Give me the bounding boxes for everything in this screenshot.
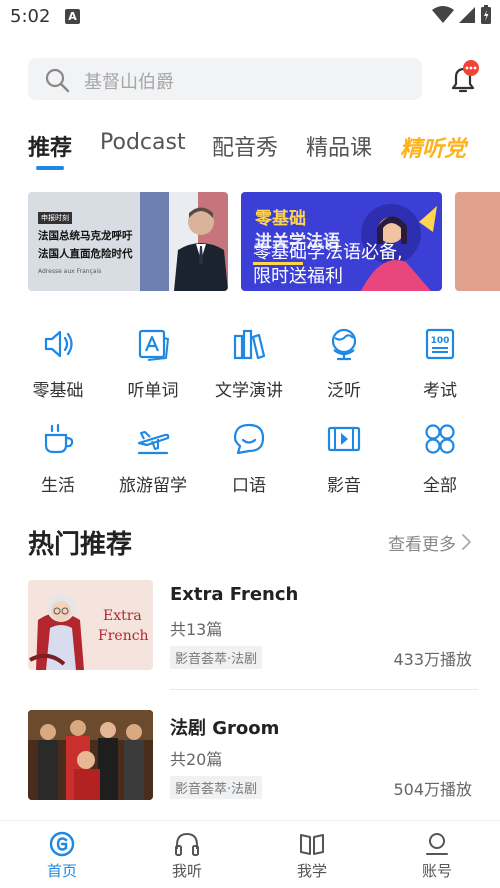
banner-french-basics[interactable]: 零基础 进关学法语 零基础学法语必备, 限时送福利 [241, 192, 442, 291]
books-icon [233, 329, 266, 360]
category-label: 泛听 [327, 381, 361, 401]
item-thumbnail: Extra French [28, 580, 153, 670]
item-thumbnail [28, 710, 153, 800]
search-icon [45, 68, 70, 93]
item-tag: 影音荟萃·法剧 [170, 646, 263, 669]
category-life[interactable]: 生活 [13, 421, 103, 496]
banner-headline-1: 法国总统马克龙呼吁 [38, 230, 133, 242]
category-words[interactable]: 听单词 [108, 326, 198, 401]
status-bar: 5:02 A [0, 0, 500, 34]
nav-label: 我学 [296, 862, 327, 880]
tab-premium-course[interactable]: 精品课 [306, 130, 372, 162]
banner-subtitle: Adresse aux Français [38, 268, 102, 275]
item-title: Extra French [170, 584, 299, 605]
bottom-navigation: 首页 我听 我学 账号 [0, 820, 500, 888]
category-media[interactable]: 影音 [299, 421, 389, 496]
nav-my-learning[interactable]: 我学 [272, 831, 352, 881]
active-tab-indicator [36, 166, 64, 170]
coffee-cup-icon [44, 423, 74, 454]
speaker-icon [44, 330, 73, 358]
nav-account[interactable]: 账号 [397, 831, 477, 881]
user-icon [426, 833, 448, 855]
search-input[interactable]: 基督山伯爵 [28, 58, 422, 100]
list-item[interactable]: Extra French Extra French 共13篇 影音荟萃·法剧 4… [28, 580, 478, 670]
nav-home[interactable]: 首页 [22, 831, 102, 881]
nav-label: 我听 [171, 862, 202, 880]
item-title: 法剧 Groom [170, 718, 280, 739]
banner-caption-2: 限时送福利 [253, 266, 343, 287]
category-label: 影音 [327, 476, 361, 496]
film-icon [327, 426, 361, 452]
category-label: 口语 [232, 476, 266, 496]
chevron-right-icon[interactable] [460, 533, 472, 551]
home-icon [49, 831, 75, 857]
item-count: 共20篇 [170, 750, 223, 769]
list-divider [170, 689, 478, 690]
category-literature-speech[interactable]: 文学演讲 [204, 326, 294, 401]
word-card-icon [138, 329, 169, 361]
status-icons [432, 5, 492, 25]
svg-text:100: 100 [431, 336, 450, 346]
battery-icon [481, 5, 491, 24]
banner-peek[interactable] [455, 192, 500, 291]
category-label: 零基础 [32, 381, 84, 401]
open-book-icon [300, 834, 324, 855]
category-extensive-listening[interactable]: 泛听 [299, 326, 389, 401]
banner-macron[interactable]: 申报时刻 法国总统马克龙呼吁 法国人直面危险时代 Adresse aux Fra… [28, 192, 228, 291]
status-time: 5:02 [10, 6, 51, 27]
nav-label: 首页 [46, 862, 77, 880]
thumbnail-illustration [29, 594, 84, 670]
tab-recommend[interactable]: 推荐 [28, 130, 72, 162]
headphones-icon [175, 832, 199, 856]
category-label: 生活 [41, 476, 75, 496]
search-placeholder: 基督山伯爵 [84, 72, 174, 93]
exam-icon: 100 [425, 328, 455, 360]
thumbnail-text-1: Extra [103, 608, 142, 624]
speaker-portrait [174, 207, 228, 291]
item-tag: 影音荟萃·法剧 [170, 776, 263, 799]
globe-icon [331, 328, 357, 361]
banner-title: 零基础 [255, 209, 306, 229]
category-label: 考试 [423, 381, 457, 401]
item-plays: 504万播放 [393, 780, 472, 799]
category-label: 听单词 [127, 381, 179, 401]
view-more-link[interactable]: 查看更多 [388, 530, 456, 555]
chat-bubble-icon [233, 423, 265, 455]
category-label: 文学演讲 [215, 381, 283, 401]
banner-headline-2: 法国人直面危险时代 [38, 248, 133, 260]
notification-button[interactable] [446, 60, 482, 96]
signal-icon [459, 7, 475, 23]
tab-dubbing[interactable]: 配音秀 [212, 130, 278, 162]
banner-tag: 申报时刻 [38, 212, 72, 224]
list-item[interactable]: 法剧 Groom 共20篇 影音荟萃·法剧 504万播放 [28, 710, 478, 800]
category-label: 旅游留学 [119, 476, 187, 496]
item-plays: 433万播放 [393, 650, 472, 669]
category-label: 全部 [423, 476, 457, 496]
category-travel-study[interactable]: 旅游留学 [108, 421, 198, 496]
banner-caption-1: 零基础学法语必备, [253, 242, 403, 263]
category-beginner[interactable]: 零基础 [13, 326, 103, 401]
section-title: 热门推荐 [28, 530, 133, 560]
thumbnail-illustration [28, 710, 153, 800]
wifi-icon [432, 6, 454, 23]
thumbnail-text-2: French [98, 628, 149, 644]
category-all[interactable]: 全部 [395, 421, 485, 496]
airplane-icon [137, 431, 170, 455]
category-speaking[interactable]: 口语 [204, 421, 294, 496]
tab-intensive-listening[interactable]: 精听党 [400, 131, 466, 163]
notification-app-icon: A [65, 9, 80, 24]
nav-label: 账号 [421, 862, 452, 880]
bell-icon [451, 60, 479, 93]
category-exam[interactable]: 100 考试 [395, 326, 485, 401]
grid-icon [425, 424, 455, 454]
nav-my-listening[interactable]: 我听 [147, 831, 227, 881]
item-count: 共13篇 [170, 620, 223, 639]
tab-podcast[interactable]: Podcast [100, 130, 186, 155]
